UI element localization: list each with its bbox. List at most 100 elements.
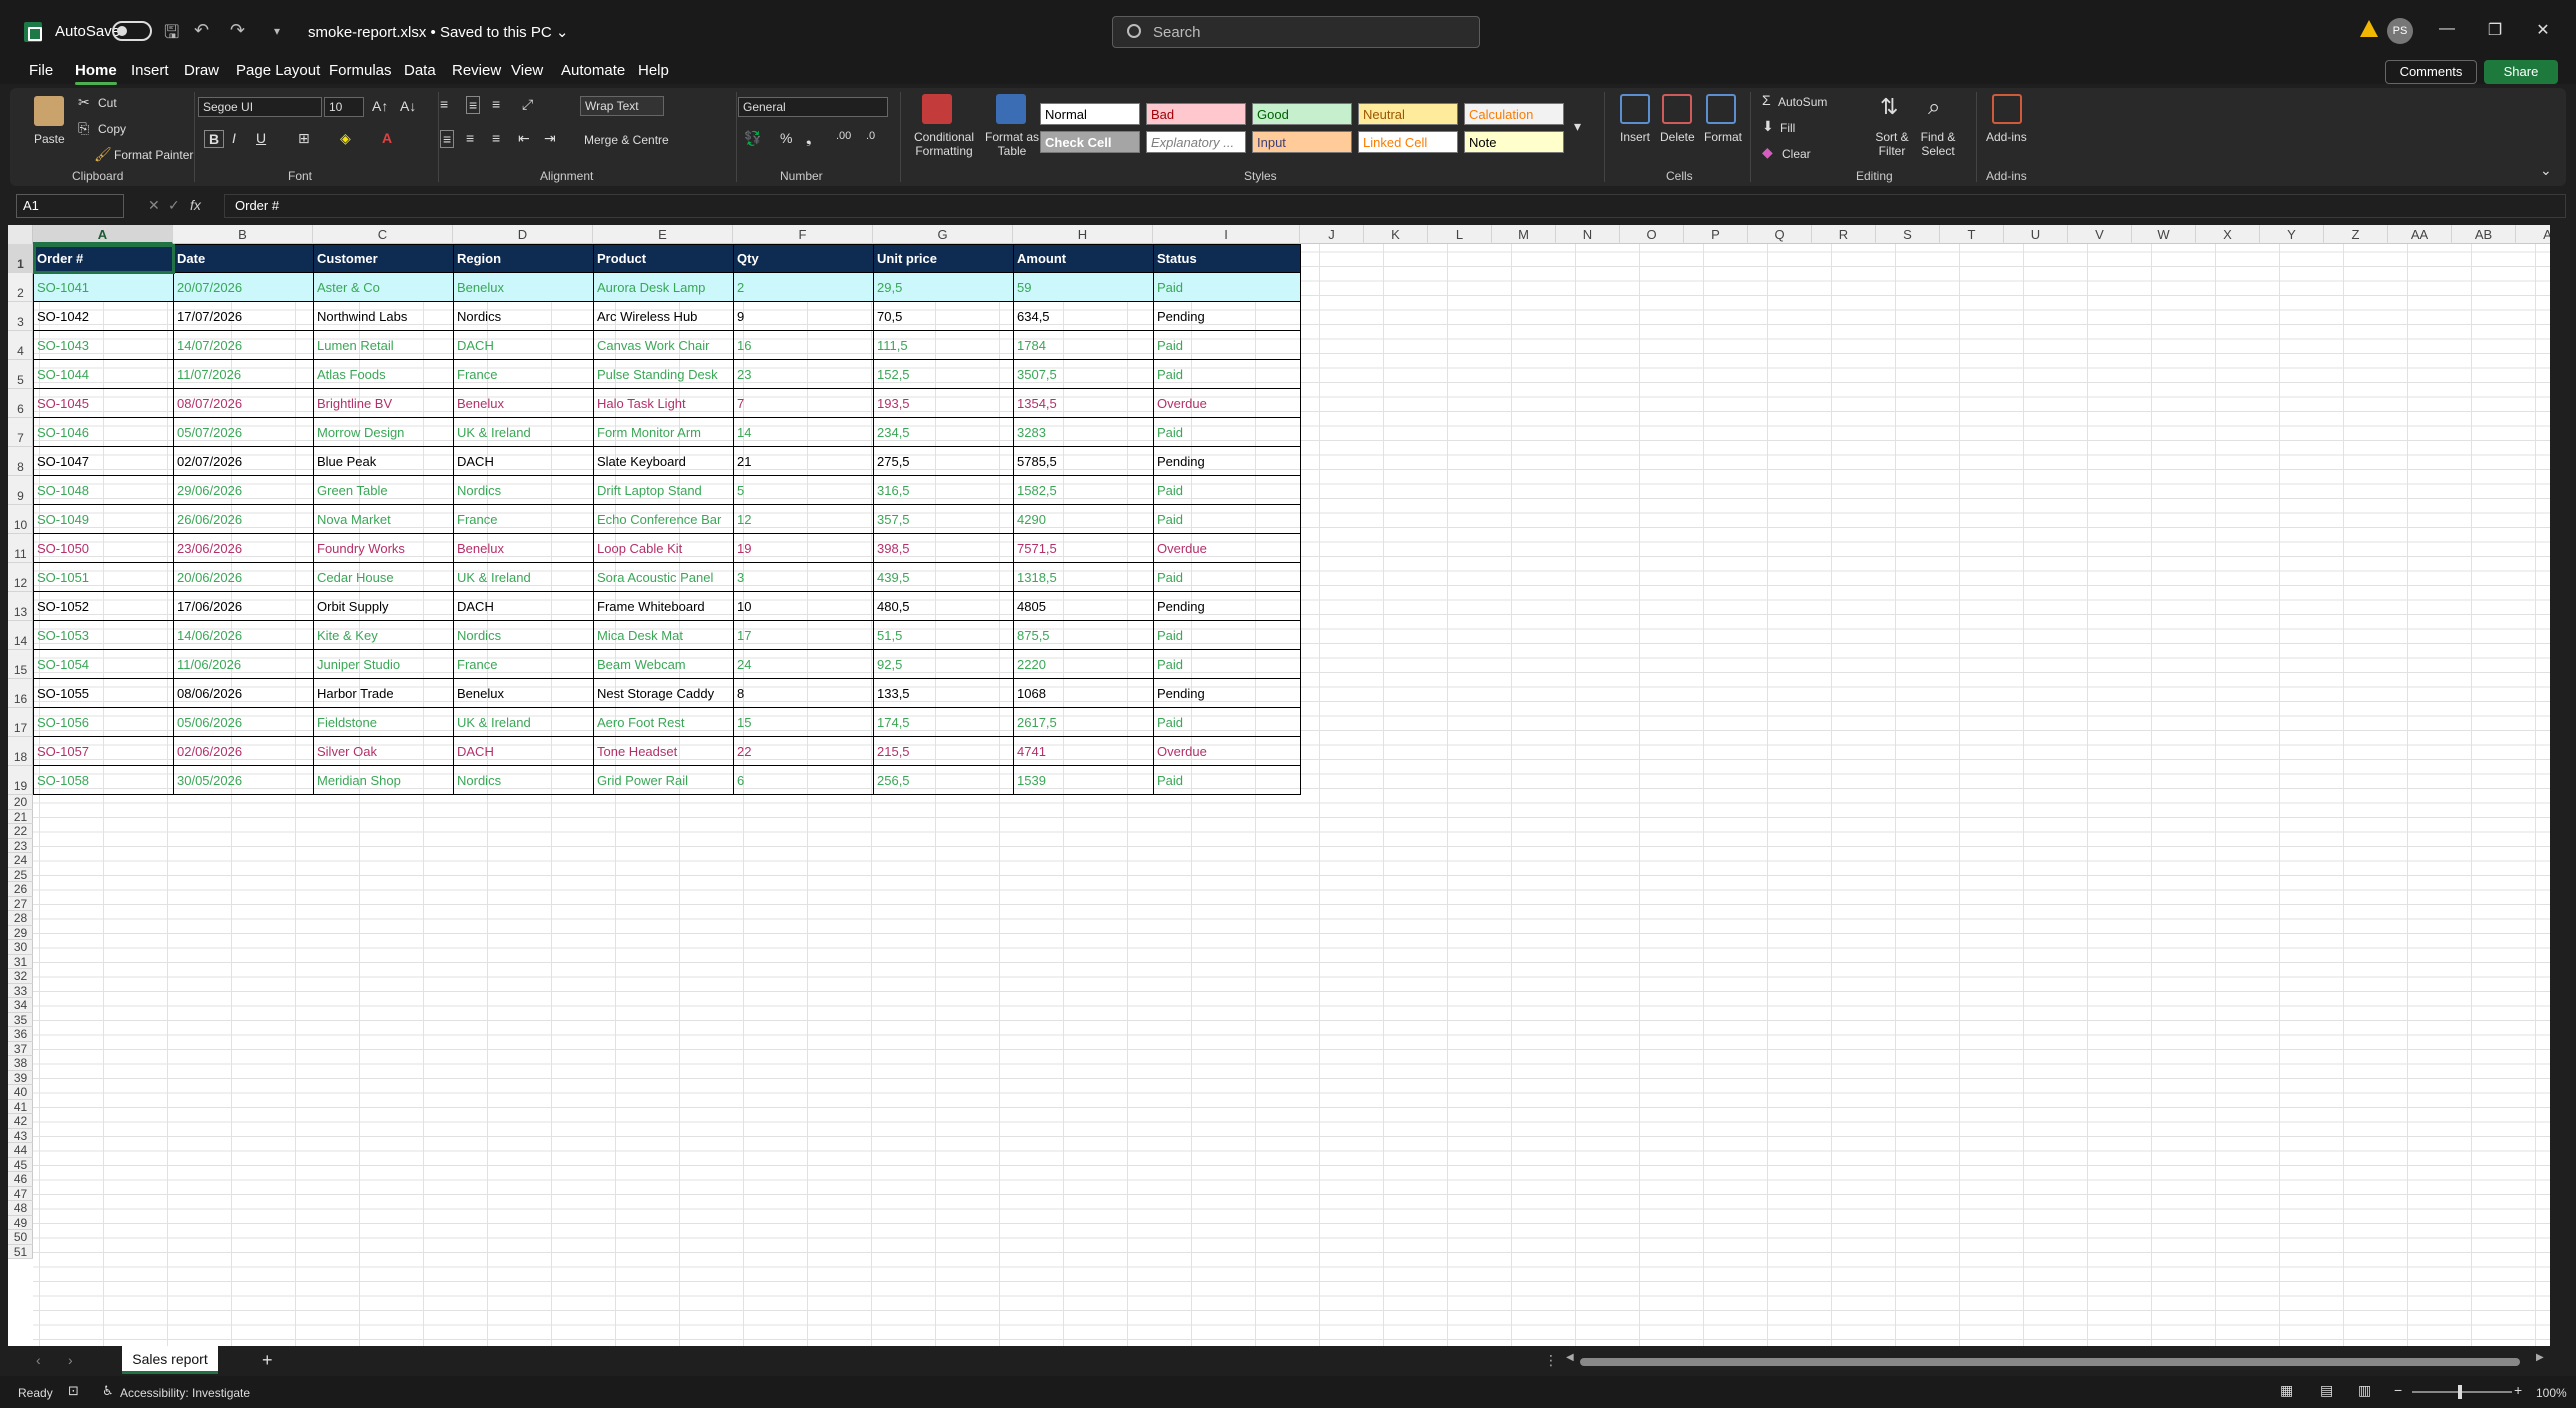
percent-icon[interactable]: % bbox=[780, 130, 792, 146]
number-format-select[interactable]: General bbox=[738, 97, 888, 117]
row-header[interactable]: 25 bbox=[8, 868, 33, 882]
table-cell[interactable]: 10 bbox=[733, 591, 874, 621]
underline-icon[interactable]: U bbox=[256, 130, 266, 146]
autosum-button[interactable]: AutoSum bbox=[1778, 95, 1827, 109]
table-cell[interactable]: Aster & Co bbox=[313, 272, 454, 302]
table-cell[interactable]: Paid bbox=[1153, 649, 1301, 679]
table-cell[interactable]: Pending bbox=[1153, 446, 1301, 476]
table-cell[interactable]: Slate Keyboard bbox=[593, 446, 734, 476]
cell-style-check-cell[interactable]: Check Cell bbox=[1040, 131, 1140, 153]
table-cell[interactable]: Paid bbox=[1153, 707, 1301, 737]
row-header[interactable]: 11 bbox=[8, 534, 33, 563]
align-middle-icon[interactable]: ≡ bbox=[466, 96, 481, 114]
header-cell-status[interactable]: Status bbox=[1153, 244, 1301, 273]
styles-more-icon[interactable]: ▾ bbox=[1574, 118, 1581, 135]
table-cell[interactable]: Nest Storage Caddy bbox=[593, 678, 734, 708]
table-cell[interactable]: Pulse Standing Desk bbox=[593, 359, 734, 389]
undo-icon[interactable]: ↶ bbox=[194, 20, 209, 41]
column-header-a[interactable]: A bbox=[2516, 225, 2550, 244]
add-ins-icon[interactable] bbox=[1992, 94, 2022, 124]
table-cell[interactable]: 111,5 bbox=[873, 330, 1014, 360]
paste-icon[interactable] bbox=[34, 96, 64, 126]
next-sheet-icon[interactable]: › bbox=[68, 1352, 73, 1368]
cell-style-neutral[interactable]: Neutral bbox=[1358, 103, 1458, 125]
header-cell-product[interactable]: Product bbox=[593, 244, 734, 273]
table-cell[interactable]: Green Table bbox=[313, 475, 454, 505]
table-cell[interactable]: Form Monitor Arm bbox=[593, 417, 734, 447]
table-cell[interactable]: 14 bbox=[733, 417, 874, 447]
cut-icon[interactable]: ✂ bbox=[78, 94, 90, 111]
align-right-icon[interactable]: ≡ bbox=[492, 130, 500, 146]
table-cell[interactable]: 11/06/2026 bbox=[173, 649, 314, 679]
column-header-i[interactable]: I bbox=[1153, 225, 1300, 244]
row-header[interactable]: 37 bbox=[8, 1042, 33, 1056]
format-cells-icon[interactable] bbox=[1706, 94, 1736, 124]
table-cell[interactable]: 3 bbox=[733, 562, 874, 592]
row-header[interactable]: 23 bbox=[8, 839, 33, 853]
row-header[interactable]: 18 bbox=[8, 737, 33, 766]
table-cell[interactable]: 17/06/2026 bbox=[173, 591, 314, 621]
header-cell-qty[interactable]: Qty bbox=[733, 244, 874, 273]
column-header-aa[interactable]: AA bbox=[2388, 225, 2452, 244]
table-cell[interactable]: 14/07/2026 bbox=[173, 330, 314, 360]
align-bottom-icon[interactable]: ≡ bbox=[492, 96, 500, 112]
table-cell[interactable]: SO-1049 bbox=[33, 504, 174, 534]
merge-centre-button[interactable]: Merge & Centre bbox=[584, 133, 669, 147]
tab-draw[interactable]: Draw bbox=[184, 62, 219, 79]
table-cell[interactable]: 480,5 bbox=[873, 591, 1014, 621]
page-layout-view-icon[interactable]: ▤ bbox=[2320, 1382, 2333, 1399]
table-cell[interactable]: Silver Oak bbox=[313, 736, 454, 766]
zoom-in-icon[interactable]: + bbox=[2514, 1382, 2522, 1398]
row-header[interactable]: 33 bbox=[8, 984, 33, 998]
redo-icon[interactable]: ↷ bbox=[230, 20, 245, 41]
find-select-icon[interactable]: ⌕ bbox=[1928, 94, 1940, 120]
table-cell[interactable]: 2617,5 bbox=[1013, 707, 1154, 737]
table-cell[interactable]: 2 bbox=[733, 272, 874, 302]
table-cell[interactable]: Pending bbox=[1153, 591, 1301, 621]
cell-style-normal[interactable]: Normal bbox=[1040, 103, 1140, 125]
table-cell[interactable]: Nordics bbox=[453, 301, 594, 331]
close-icon[interactable]: ✕ bbox=[2528, 20, 2558, 40]
table-cell[interactable]: Nordics bbox=[453, 620, 594, 650]
row-header[interactable]: 27 bbox=[8, 897, 33, 911]
column-header-l[interactable]: L bbox=[1428, 225, 1492, 244]
table-cell[interactable]: Benelux bbox=[453, 272, 594, 302]
format-as-table-button[interactable]: Format as Table bbox=[980, 130, 1044, 158]
table-cell[interactable]: 4805 bbox=[1013, 591, 1154, 621]
table-cell[interactable]: SO-1052 bbox=[33, 591, 174, 621]
sort-filter-icon[interactable]: ⇅ bbox=[1880, 94, 1898, 120]
decrease-font-icon[interactable]: A↓ bbox=[400, 98, 416, 114]
row-header[interactable]: 50 bbox=[8, 1230, 33, 1245]
cell-style-good[interactable]: Good bbox=[1252, 103, 1352, 125]
table-cell[interactable]: Morrow Design bbox=[313, 417, 454, 447]
tab-help[interactable]: Help bbox=[638, 62, 669, 79]
minimize-icon[interactable]: — bbox=[2432, 20, 2462, 38]
orientation-icon[interactable]: ⤢ bbox=[522, 96, 533, 113]
header-cell-region[interactable]: Region bbox=[453, 244, 594, 273]
column-header-x[interactable]: X bbox=[2196, 225, 2260, 244]
table-cell[interactable]: Benelux bbox=[453, 388, 594, 418]
fill-color-icon[interactable]: ◈ bbox=[340, 130, 351, 147]
cell-style-bad[interactable]: Bad bbox=[1146, 103, 1246, 125]
worksheet-grid[interactable]: A B C D E F G H I J K L M N O P Q R S T U V W X Y Z AA AB A 12345678… bbox=[8, 225, 2550, 1346]
wrap-text-button[interactable]: Wrap Text bbox=[580, 96, 664, 116]
currency-icon[interactable]: 💱 bbox=[744, 130, 761, 147]
scroll-left-icon[interactable]: ◀ bbox=[1566, 1352, 1574, 1363]
table-cell[interactable]: UK & Ireland bbox=[453, 562, 594, 592]
row-header[interactable]: 5 bbox=[8, 360, 33, 389]
tab-view[interactable]: View bbox=[511, 62, 543, 79]
table-cell[interactable]: Aurora Desk Lamp bbox=[593, 272, 734, 302]
table-cell[interactable]: Overdue bbox=[1153, 388, 1301, 418]
table-cell[interactable]: 875,5 bbox=[1013, 620, 1154, 650]
table-cell[interactable]: 29/06/2026 bbox=[173, 475, 314, 505]
format-painter-button[interactable]: Format Painter bbox=[114, 148, 193, 162]
format-painter-icon[interactable]: 🖌 bbox=[94, 146, 112, 163]
row-header[interactable]: 7 bbox=[8, 418, 33, 447]
table-cell[interactable]: Paid bbox=[1153, 475, 1301, 505]
warning-icon[interactable] bbox=[2360, 20, 2378, 37]
header-cell-customer[interactable]: Customer bbox=[313, 244, 454, 273]
insert-cells-icon[interactable] bbox=[1620, 94, 1650, 124]
table-cell[interactable]: SO-1051 bbox=[33, 562, 174, 592]
table-cell[interactable]: Northwind Labs bbox=[313, 301, 454, 331]
column-header-c[interactable]: C bbox=[313, 225, 453, 244]
